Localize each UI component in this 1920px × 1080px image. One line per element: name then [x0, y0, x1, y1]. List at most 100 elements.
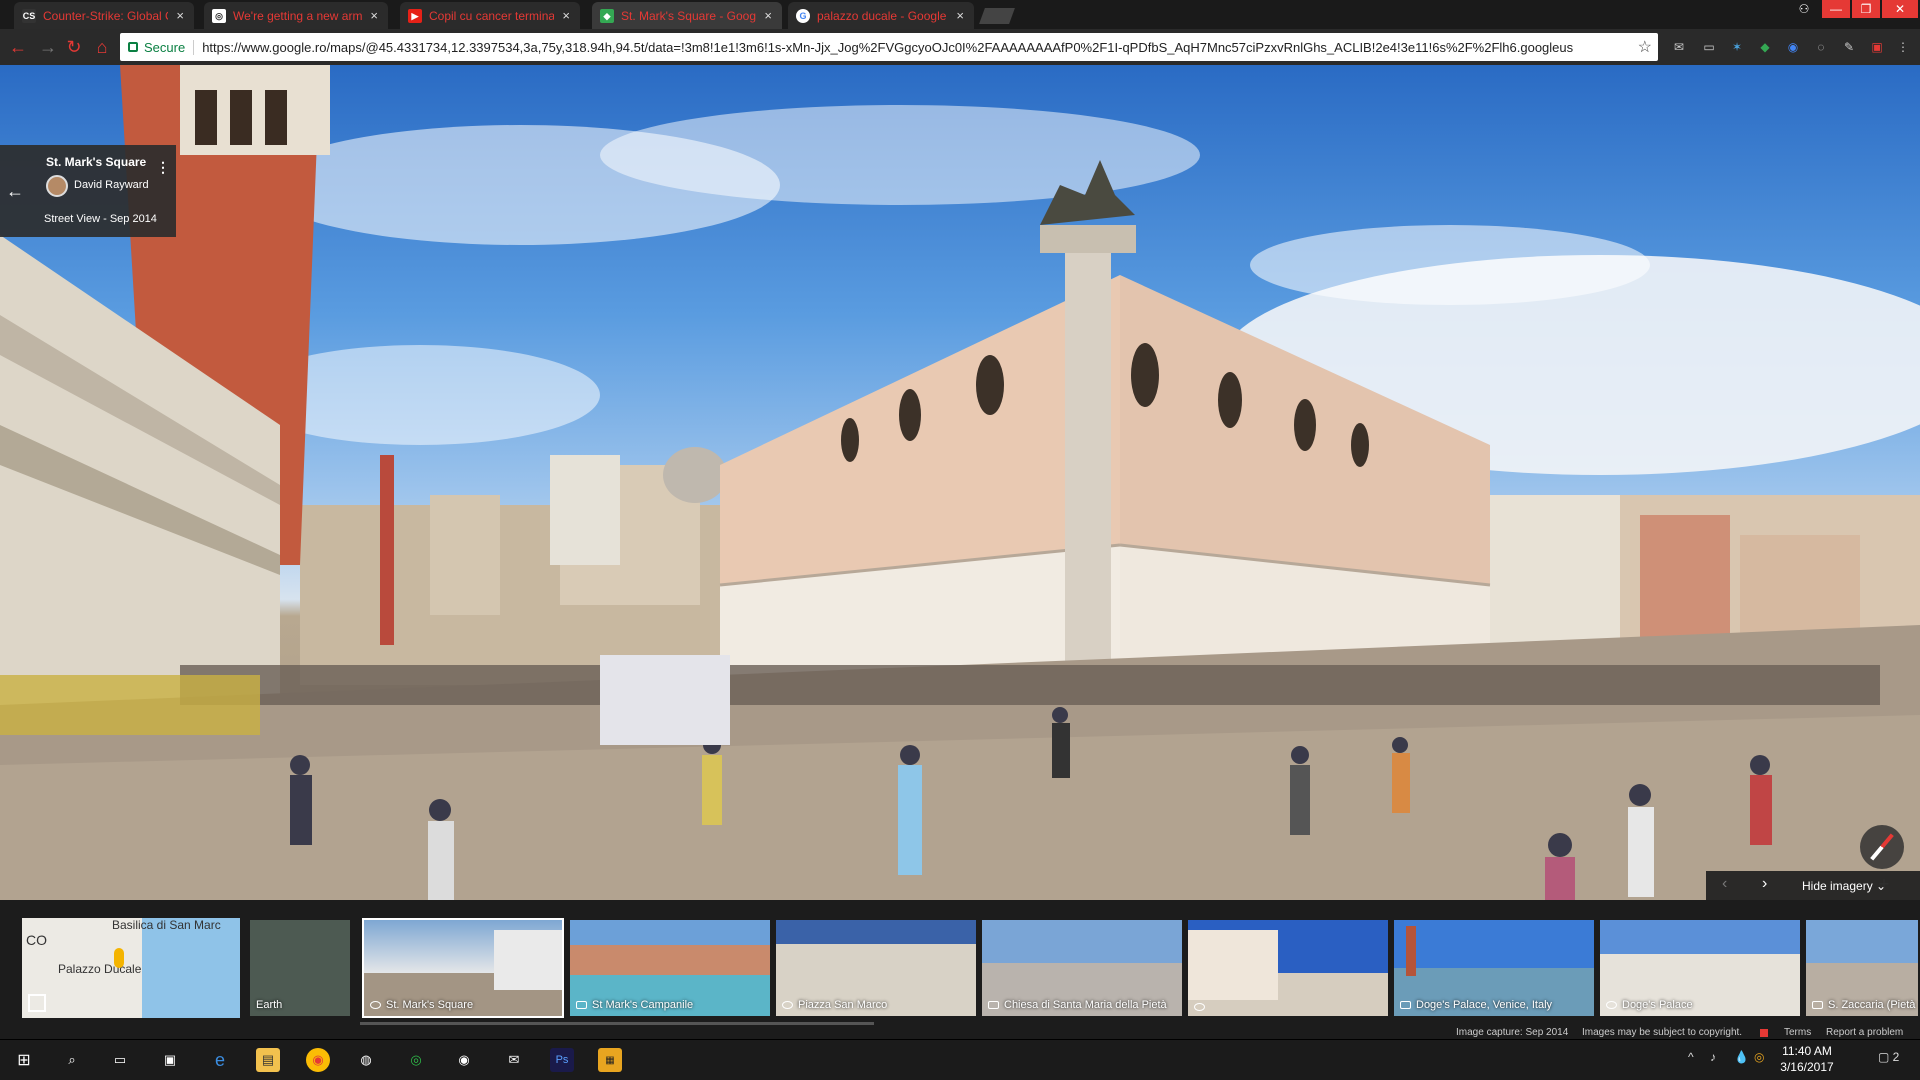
tab-st-marks-square[interactable]: ◆ St. Mark's Square - Goog × — [592, 2, 782, 29]
reload-icon[interactable]: ↻ — [62, 35, 86, 59]
task-view-icon[interactable]: ▭ — [108, 1048, 132, 1072]
extension-mail-icon[interactable]: ✉ — [1670, 38, 1688, 56]
restore-button[interactable]: ❐ — [1852, 0, 1880, 18]
tray-app-icon[interactable]: ◎ — [1754, 1050, 1764, 1064]
mail-app-icon[interactable]: ✉ — [502, 1048, 526, 1072]
file-explorer-icon[interactable]: ▤ — [256, 1048, 280, 1072]
author-avatar[interactable] — [46, 175, 68, 197]
extension-pen-icon[interactable]: ✎ — [1840, 38, 1858, 56]
terms-link[interactable]: Terms — [1784, 1027, 1811, 1038]
chevron-left-icon[interactable]: ‹ — [1722, 875, 1727, 893]
extension-sync-icon[interactable]: ✶ — [1728, 38, 1746, 56]
youtube-favicon-icon: ▶ — [408, 8, 422, 23]
tab-close-icon[interactable]: × — [176, 8, 184, 23]
camera-icon — [988, 1001, 999, 1009]
new-tab-button[interactable] — [979, 8, 1015, 24]
minimap[interactable]: Basilica di San Marc CO Palazzo Ducale — [22, 918, 240, 1018]
tab-close-icon[interactable]: × — [764, 8, 772, 23]
tab-palazzo-ducale[interactable]: G palazzo ducale - Google × — [788, 2, 974, 29]
thumb-caption: Doge's Palace — [1606, 999, 1693, 1011]
author-name[interactable]: David Rayward — [74, 179, 149, 191]
edge-browser-icon[interactable]: e — [208, 1048, 232, 1072]
hide-imagery-button[interactable]: Hide imagery ⌄ — [1802, 879, 1886, 893]
extension-bulb-icon[interactable]: ◌ — [1812, 38, 1830, 56]
tab-reddit[interactable]: ◎ We're getting a new arm × — [204, 2, 388, 29]
maps-footer: Image capture: Sep 2014 Images may be su… — [0, 1027, 1920, 1039]
google-favicon-icon: G — [796, 8, 810, 23]
minimize-button[interactable]: — — [1822, 0, 1850, 18]
thumbnail-piazza-san-marco[interactable]: Piazza San Marco — [774, 918, 978, 1018]
system-clock[interactable]: 11:40 AM 3/16/2017 — [1772, 1043, 1842, 1075]
cpu-z-icon[interactable]: ▦ — [598, 1048, 622, 1072]
clock-date: 3/16/2017 — [1780, 1060, 1834, 1074]
thumbnail-scrollbar[interactable] — [360, 1022, 874, 1025]
bookmark-star-icon[interactable]: ☆ — [1638, 37, 1652, 57]
extension-green-icon[interactable]: ◆ — [1756, 38, 1774, 56]
home-icon[interactable]: ⌂ — [90, 35, 114, 59]
profile-icon[interactable]: ⚇ — [1790, 0, 1818, 18]
action-center-icon[interactable]: ▢ 2 — [1878, 1050, 1899, 1064]
forward-arrow-icon[interactable]: → — [36, 35, 60, 59]
tab-close-icon[interactable]: × — [562, 8, 570, 23]
water-drop-icon[interactable]: 💧 — [1734, 1050, 1749, 1064]
image-capture-date: Image capture: Sep 2014 — [1456, 1027, 1569, 1038]
reddit-favicon-icon: ◎ — [212, 8, 226, 23]
thumbnail-earth[interactable]: Earth — [248, 918, 352, 1018]
thumbnail-doges-palace[interactable]: Doge's Palace — [1598, 918, 1802, 1018]
address-bar[interactable]: Secure https://www.google.ro/maps/@45.43… — [120, 33, 1658, 61]
expand-map-icon[interactable] — [28, 994, 46, 1012]
street-view-date: Street View - Sep 2014 — [44, 213, 157, 225]
extension-red-icon[interactable]: ▣ — [1868, 38, 1886, 56]
volume-icon[interactable]: ♪ — [1710, 1050, 1716, 1064]
thumb-building — [1188, 930, 1278, 1000]
place-title[interactable]: St. Mark's Square — [46, 155, 146, 169]
panorama-image — [0, 65, 1920, 900]
thumbnail-streetview[interactable] — [1186, 918, 1390, 1018]
thumbnail-st-marks-square[interactable]: St. Mark's Square — [362, 918, 564, 1018]
thumbnail-s-zaccaria[interactable]: S. Zaccaria (Pietà — [1804, 918, 1920, 1018]
thumb-caption: Doge's Palace, Venice, Italy — [1400, 999, 1552, 1011]
store-icon[interactable]: ▣ — [158, 1048, 182, 1072]
thumb-caption: Earth — [256, 999, 283, 1011]
steam-icon[interactable]: ◍ — [354, 1048, 378, 1072]
windows-taskbar: ⊞ ⌕ ▭ ▣ e ▤ ◉ ◍ ◎ ◉ ✉ Ps ▦ ^ ♪ 💧 ◎ 11:40… — [0, 1040, 1920, 1080]
search-icon[interactable]: ⌕ — [60, 1048, 84, 1072]
thumb-image — [1394, 920, 1594, 968]
streetview-icon — [1194, 1003, 1205, 1011]
tab-close-icon[interactable]: × — [370, 8, 378, 23]
thumbnail-chiesa-santa-maria-pieta[interactable]: Chiesa di Santa Maria della Pietà — [980, 918, 1184, 1018]
extension-blue-icon[interactable]: ◉ — [1784, 38, 1802, 56]
close-window-button[interactable]: ✕ — [1882, 0, 1918, 18]
compass-icon[interactable] — [1860, 825, 1904, 869]
streetview-icon — [370, 1001, 381, 1009]
copyright-notice: Images may be subject to copyright. — [1582, 1027, 1743, 1038]
secure-label: Secure — [144, 39, 195, 55]
photoshop-icon[interactable]: Ps — [550, 1048, 574, 1072]
back-arrow-icon[interactable]: ← — [6, 35, 30, 59]
place-info-card: ← St. Mark's Square David Rayward ⋮ Stre… — [0, 145, 176, 237]
windows-start-icon[interactable]: ⊞ — [12, 1048, 36, 1072]
browser-menu-icon[interactable]: ⋮ — [1894, 38, 1912, 56]
camera-icon — [1812, 1001, 1823, 1009]
chrome-icon[interactable]: ◉ — [306, 1048, 330, 1072]
thumb-caption: Chiesa di Santa Maria della Pietà — [988, 999, 1167, 1011]
tab-counter-strike[interactable]: CS Counter-Strike: Global O × — [14, 2, 194, 29]
url-text[interactable]: https://www.google.ro/maps/@45.4331734,1… — [202, 40, 1631, 55]
disc-icon[interactable]: ◉ — [452, 1048, 476, 1072]
thumbnail-doges-palace-venice[interactable]: Doge's Palace, Venice, Italy — [1392, 918, 1596, 1018]
show-hidden-icons[interactable]: ^ — [1688, 1050, 1694, 1064]
thumbnail-st-marks-campanile[interactable]: St Mark's Campanile — [568, 918, 772, 1018]
report-problem-link[interactable]: Report a problem — [1826, 1027, 1903, 1038]
thumb-caption: St. Mark's Square — [370, 999, 473, 1011]
razer-icon[interactable]: ◎ — [404, 1048, 428, 1072]
extension-hd-icon[interactable]: ▭ — [1700, 38, 1718, 56]
street-view-panorama[interactable]: ← St. Mark's Square David Rayward ⋮ Stre… — [0, 65, 1920, 900]
pegman-icon[interactable] — [114, 948, 124, 968]
streetview-icon — [1606, 1001, 1617, 1009]
chevron-right-icon[interactable]: › — [1762, 875, 1767, 893]
flag-icon[interactable] — [1760, 1029, 1768, 1037]
more-options-icon[interactable]: ⋮ — [156, 159, 170, 176]
tab-close-icon[interactable]: × — [956, 8, 964, 23]
back-arrow-icon[interactable]: ← — [6, 181, 24, 202]
tab-youtube[interactable]: ▶ Copil cu cancer terminal × — [400, 2, 580, 29]
